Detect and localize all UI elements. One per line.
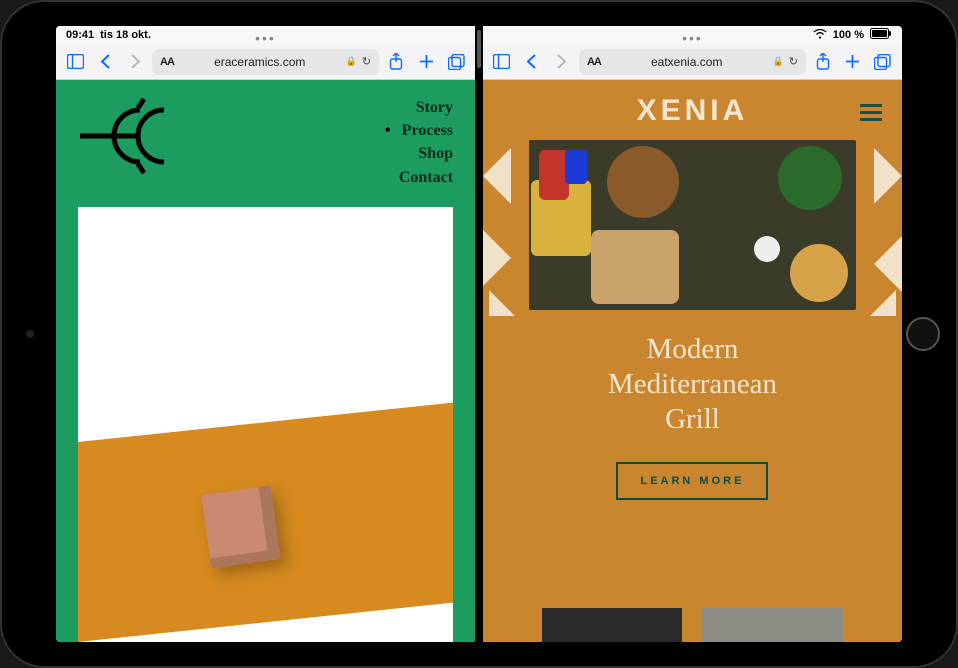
share-icon[interactable] [383,49,409,75]
wifi-icon [813,29,827,42]
tabs-icon[interactable] [870,49,896,75]
ipad-frame: 09:41 tis 18 okt. ••• AA eracerami [0,0,958,668]
front-camera [26,330,34,338]
nav-contact[interactable]: Contact [399,166,453,189]
lock-icon: 🔒 [346,56,357,67]
home-button[interactable] [906,317,940,351]
split-view-left-pane: 09:41 tis 18 okt. ••• AA eracerami [56,26,475,642]
new-tab-icon[interactable] [840,49,866,75]
screen: 09:41 tis 18 okt. ••• AA eracerami [56,26,902,642]
learn-more-button[interactable]: LEARN MORE [616,462,768,500]
web-content-left[interactable]: Story Process Shop Contact [56,80,475,642]
divider-handle-icon[interactable] [477,30,481,68]
split-view-divider[interactable] [475,26,483,642]
xenia-headline: Modern Mediterranean Grill [483,332,902,436]
xenia-logo[interactable]: XENIA [483,80,902,128]
status-date: tis 18 okt. [100,29,151,41]
era-hero-image [78,207,453,642]
sidebar-icon[interactable] [489,49,515,75]
reload-icon[interactable]: ↻ [789,55,798,68]
headline-line-2: Mediterranean [483,367,902,402]
share-icon[interactable] [810,49,836,75]
text-size-icon[interactable]: AA [160,56,174,68]
battery-full-icon [870,28,892,42]
xenia-hero-image [529,140,856,310]
new-tab-icon[interactable] [413,49,439,75]
reload-icon[interactable]: ↻ [362,55,371,68]
address-bar[interactable]: AA eatxenia.com 🔒 ↻ [579,49,806,75]
tabs-icon[interactable] [443,49,469,75]
era-logo[interactable] [78,96,188,186]
era-nav: Story Process Shop Contact [399,96,453,189]
safari-toolbar-right: ••• AA eatxenia.com 🔒 ↻ [483,44,902,80]
nav-shop[interactable]: Shop [399,142,453,165]
lock-icon: 🔒 [773,56,784,67]
url-text: eatxenia.com [606,55,768,69]
nav-process[interactable]: Process [399,119,453,142]
sidebar-icon[interactable] [62,49,88,75]
xenia-image-strip [542,608,844,642]
battery-percent: 100 % [833,29,864,41]
back-icon[interactable] [519,49,545,75]
hamburger-menu-icon[interactable] [860,100,882,125]
url-text: eraceramics.com [179,55,341,69]
multitask-dots-icon[interactable]: ••• [255,30,276,46]
headline-line-3: Grill [483,402,902,437]
status-time: 09:41 [66,29,94,41]
forward-icon [122,49,148,75]
split-view-right-pane: 100 % ••• AA eatxe [483,26,902,642]
web-content-right[interactable]: XENIA [483,80,902,642]
address-bar[interactable]: AA eraceramics.com 🔒 ↻ [152,49,379,75]
safari-toolbar-left: ••• AA eraceramics.com 🔒 ↻ [56,44,475,80]
forward-icon [549,49,575,75]
headline-line-1: Modern [483,332,902,367]
multitask-dots-icon[interactable]: ••• [682,30,703,46]
text-size-icon[interactable]: AA [587,56,601,68]
nav-story[interactable]: Story [399,96,453,119]
back-icon[interactable] [92,49,118,75]
